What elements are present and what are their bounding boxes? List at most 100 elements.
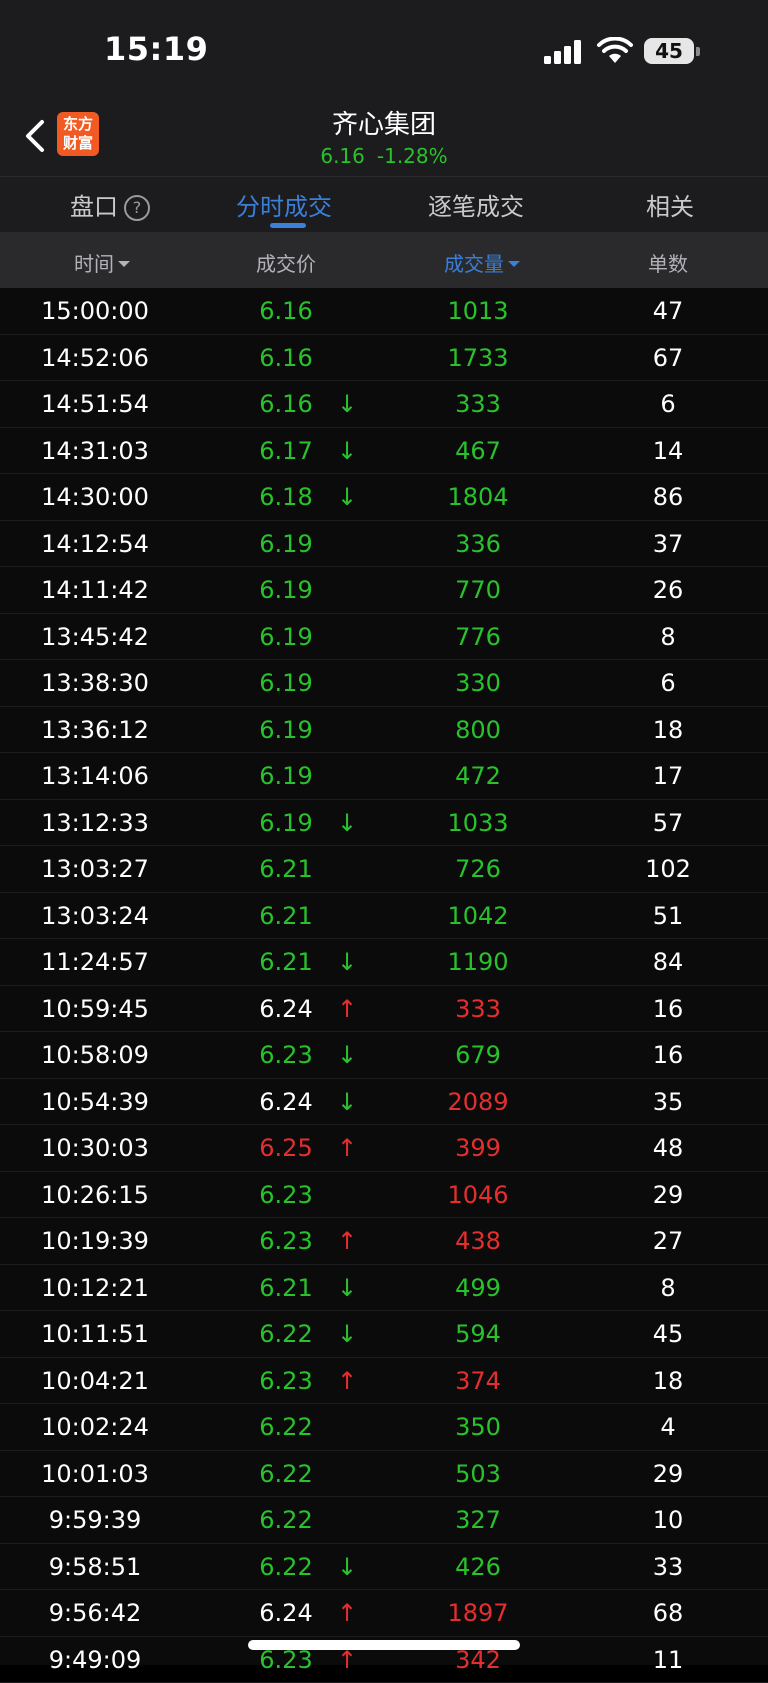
trade-price: 6.25 — [236, 1125, 336, 1171]
trade-price: 6.23 — [236, 1218, 336, 1264]
trade-volume: 330 — [418, 660, 538, 706]
trade-row[interactable]: 10:19:396.23↑43827 — [0, 1218, 768, 1265]
trade-time: 10:12:21 — [20, 1265, 170, 1311]
trade-price: 6.23 — [236, 1032, 336, 1078]
trade-row[interactable]: 10:11:516.22↓59445 — [0, 1311, 768, 1358]
trade-price: 6.19 — [236, 521, 336, 567]
tab-tick-trades[interactable]: 逐笔成交 — [428, 187, 524, 222]
tab-bar: 盘口? 分时成交 逐笔成交 相关 — [0, 176, 768, 233]
trade-row[interactable]: 13:03:276.21726102 — [0, 846, 768, 893]
trade-count: 67 — [618, 335, 718, 381]
trade-volume: 1033 — [418, 800, 538, 846]
trade-row[interactable]: 13:38:306.193306 — [0, 660, 768, 707]
trade-row[interactable]: 10:12:216.21↓4998 — [0, 1265, 768, 1312]
trade-row[interactable]: 10:02:246.223504 — [0, 1404, 768, 1451]
trade-volume: 679 — [418, 1032, 538, 1078]
trade-count: 35 — [618, 1079, 718, 1125]
trade-time: 10:11:51 — [20, 1311, 170, 1357]
trade-count: 29 — [618, 1451, 718, 1497]
trade-volume: 374 — [418, 1358, 538, 1404]
tab-order-book[interactable]: 盘口? — [70, 187, 150, 222]
trade-count: 18 — [618, 707, 718, 753]
trade-row[interactable]: 15:00:006.16101347 — [0, 288, 768, 335]
column-price[interactable]: 成交价 — [236, 248, 336, 277]
trade-price: 6.22 — [236, 1451, 336, 1497]
trade-time: 14:11:42 — [20, 567, 170, 613]
trade-row[interactable]: 14:52:066.16173367 — [0, 335, 768, 382]
trade-list[interactable]: 15:00:006.1610134714:52:066.1617336714:5… — [0, 288, 768, 1683]
home-indicator[interactable] — [248, 1640, 520, 1650]
arrow-up-icon: ↑ — [330, 1358, 364, 1404]
trade-row[interactable]: 10:01:036.2250329 — [0, 1451, 768, 1498]
trade-volume: 350 — [418, 1404, 538, 1450]
trade-volume: 467 — [418, 428, 538, 474]
column-time[interactable]: 时间 — [42, 248, 162, 277]
trade-row[interactable]: 14:12:546.1933637 — [0, 521, 768, 568]
tab-order-book-label: 盘口 — [70, 193, 118, 221]
trade-row[interactable]: 13:12:336.19↓103357 — [0, 800, 768, 847]
trade-volume: 499 — [418, 1265, 538, 1311]
trade-volume: 1042 — [418, 893, 538, 939]
trade-price: 6.19 — [236, 800, 336, 846]
trade-time: 11:24:57 — [20, 939, 170, 985]
trade-price: 6.24 — [236, 1079, 336, 1125]
arrow-up-icon: ↑ — [330, 1125, 364, 1171]
trade-row[interactable]: 11:24:576.21↓119084 — [0, 939, 768, 986]
trade-price: 6.22 — [236, 1497, 336, 1543]
trade-volume: 1897 — [418, 1590, 538, 1636]
sort-caret-icon — [508, 261, 520, 267]
trade-row[interactable]: 10:54:396.24↓208935 — [0, 1079, 768, 1126]
trade-price: 6.19 — [236, 567, 336, 613]
trade-row[interactable]: 9:56:426.24↑189768 — [0, 1590, 768, 1637]
trade-count: 29 — [618, 1172, 718, 1218]
trade-volume: 1804 — [418, 474, 538, 520]
arrow-down-icon: ↓ — [330, 1544, 364, 1590]
trade-price: 6.16 — [236, 288, 336, 334]
trade-time: 10:01:03 — [20, 1451, 170, 1497]
tab-related[interactable]: 相关 — [646, 187, 694, 222]
trade-time: 14:31:03 — [20, 428, 170, 474]
tab-minute-trades[interactable]: 分时成交 — [236, 187, 332, 222]
cellular-signal-icon — [544, 40, 584, 64]
trade-row[interactable]: 13:03:246.21104251 — [0, 893, 768, 940]
trade-row[interactable]: 13:36:126.1980018 — [0, 707, 768, 754]
trade-volume: 1190 — [418, 939, 538, 985]
trade-row[interactable]: 10:30:036.25↑39948 — [0, 1125, 768, 1172]
help-icon[interactable]: ? — [124, 195, 150, 221]
stock-header: 东方 财富 齐心集团 6.16-1.28% — [0, 90, 768, 176]
trade-time: 10:26:15 — [20, 1172, 170, 1218]
trade-time: 10:58:09 — [20, 1032, 170, 1078]
trade-row[interactable]: 10:04:216.23↑37418 — [0, 1358, 768, 1405]
trade-row[interactable]: 10:26:156.23104629 — [0, 1172, 768, 1219]
trade-price: 6.19 — [236, 707, 336, 753]
arrow-down-icon: ↓ — [330, 381, 364, 427]
trade-count: 16 — [618, 1032, 718, 1078]
arrow-down-icon: ↓ — [330, 1311, 364, 1357]
trade-row[interactable]: 10:58:096.23↓67916 — [0, 1032, 768, 1079]
trade-count: 8 — [618, 1265, 718, 1311]
trade-row[interactable]: 9:59:396.2232710 — [0, 1497, 768, 1544]
trade-row[interactable]: 13:45:426.197768 — [0, 614, 768, 661]
trade-row[interactable]: 9:58:516.22↓42633 — [0, 1544, 768, 1591]
column-count[interactable]: 单数 — [618, 248, 718, 277]
trade-time: 9:49:09 — [20, 1637, 170, 1683]
stock-name: 齐心集团 — [0, 104, 768, 141]
trade-count: 68 — [618, 1590, 718, 1636]
trade-count: 4 — [618, 1404, 718, 1450]
trade-time: 13:03:24 — [20, 893, 170, 939]
trade-row[interactable]: 14:11:426.1977026 — [0, 567, 768, 614]
trade-volume: 333 — [418, 381, 538, 427]
column-volume[interactable]: 成交量 — [412, 248, 552, 277]
trade-row[interactable]: 10:59:456.24↑33316 — [0, 986, 768, 1033]
trade-row[interactable]: 14:30:006.18↓180486 — [0, 474, 768, 521]
trade-row[interactable]: 14:31:036.17↓46714 — [0, 428, 768, 475]
trade-row[interactable]: 14:51:546.16↓3336 — [0, 381, 768, 428]
trade-count: 37 — [618, 521, 718, 567]
trade-count: 11 — [618, 1637, 718, 1683]
trade-count: 47 — [618, 288, 718, 334]
trade-volume: 1733 — [418, 335, 538, 381]
trade-volume: 1013 — [418, 288, 538, 334]
trade-price: 6.19 — [236, 753, 336, 799]
trade-time: 10:30:03 — [20, 1125, 170, 1171]
trade-row[interactable]: 13:14:066.1947217 — [0, 753, 768, 800]
